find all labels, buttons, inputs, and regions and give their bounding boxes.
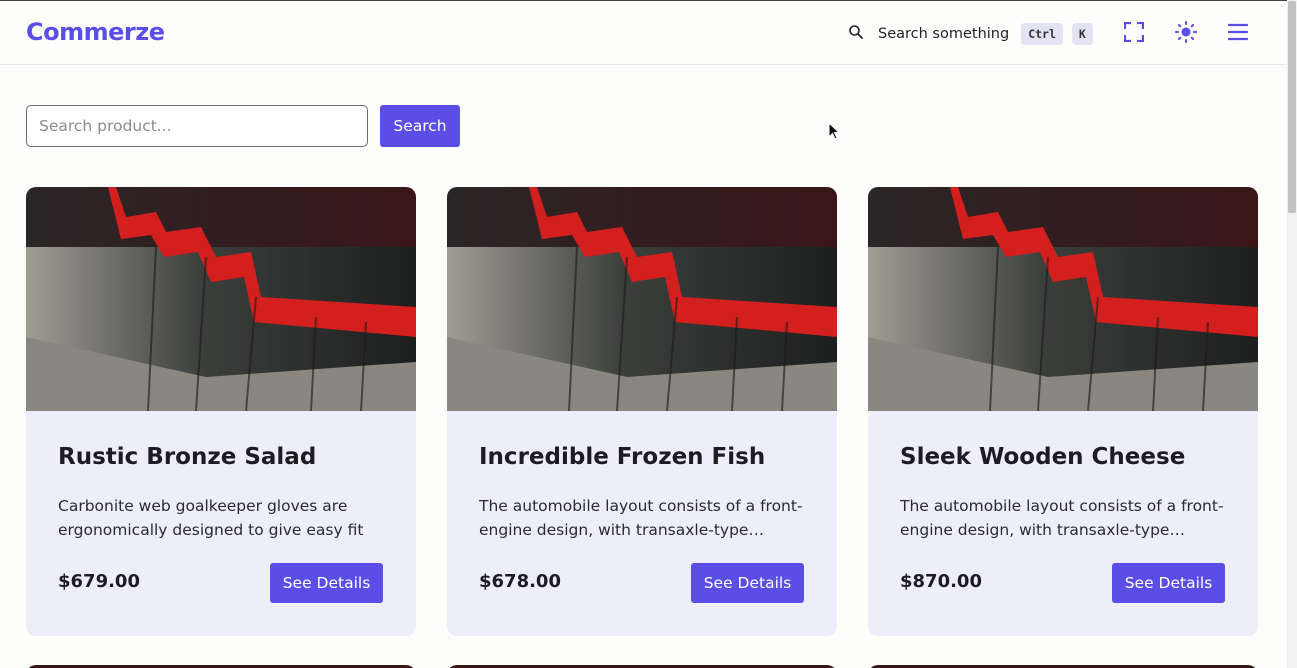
product-search-button[interactable]: Search xyxy=(380,105,460,147)
product-title: Incredible Frozen Fish xyxy=(479,444,766,470)
product-image[interactable] xyxy=(26,187,416,411)
product-image[interactable] xyxy=(868,187,1258,411)
product-price: $679.00 xyxy=(58,571,140,592)
product-title: Rustic Bronze Salad xyxy=(58,444,317,470)
menu-button[interactable] xyxy=(1225,21,1251,47)
product-image[interactable] xyxy=(447,187,837,411)
product-card: Rustic Bronze Salad Carbonite web goalke… xyxy=(26,187,416,636)
product-description: The automobile layout consists of a fron… xyxy=(479,497,803,539)
shortcut-ctrl-key: Ctrl xyxy=(1021,23,1063,45)
mouse-cursor-icon xyxy=(828,122,840,140)
fullscreen-button[interactable] xyxy=(1121,21,1147,47)
product-title: Sleek Wooden Cheese xyxy=(900,444,1186,470)
see-details-button[interactable]: See Details xyxy=(691,563,804,603)
see-details-button[interactable]: See Details xyxy=(270,563,383,603)
top-navbar: Commerze Search something Ctrl K xyxy=(0,1,1287,65)
product-card: Incredible Frozen Fish The automobile la… xyxy=(447,187,837,636)
page-scrollbar[interactable] xyxy=(1287,0,1297,668)
sun-icon xyxy=(1175,21,1197,47)
fullscreen-icon xyxy=(1123,21,1145,46)
product-price: $678.00 xyxy=(479,571,561,592)
global-search-trigger[interactable]: Search something Ctrl K xyxy=(848,21,1093,47)
product-description: The automobile layout consists of a fron… xyxy=(900,497,1224,539)
shortcut-k-key: K xyxy=(1071,23,1093,45)
product-price: $870.00 xyxy=(900,571,982,592)
theme-toggle-button[interactable] xyxy=(1173,21,1199,47)
scrollbar-thumb[interactable] xyxy=(1288,1,1296,213)
search-icon xyxy=(848,24,864,44)
global-search-label: Search something xyxy=(878,26,1010,42)
product-card: Sleek Wooden Cheese The automobile layou… xyxy=(868,187,1258,636)
hamburger-menu-icon xyxy=(1227,22,1249,46)
see-details-button[interactable]: See Details xyxy=(1112,563,1225,603)
product-description: Carbonite web goalkeeper gloves are ergo… xyxy=(58,497,364,539)
product-search-bar: Search xyxy=(26,105,460,147)
product-search-input[interactable] xyxy=(26,105,368,147)
brand-logo[interactable]: Commerze xyxy=(26,18,165,46)
